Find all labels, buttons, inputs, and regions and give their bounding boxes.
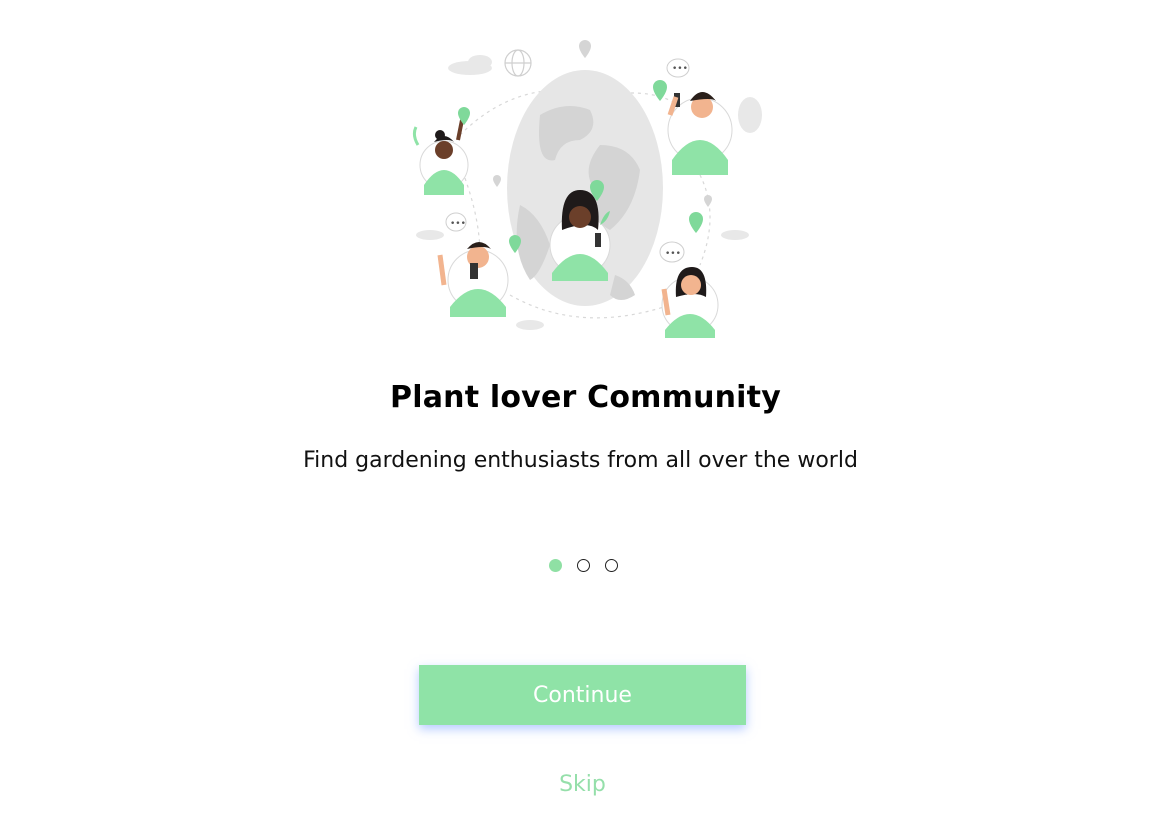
- community-globe-illustration: ••• ••• •••: [412, 40, 762, 338]
- svg-text:•••: •••: [665, 249, 681, 259]
- page-subtitle: Find gardening enthusiasts from all over…: [303, 448, 858, 473]
- pagination-dot-3[interactable]: [605, 559, 618, 572]
- pagination-dots: [549, 559, 618, 572]
- page-title: Plant lover Community: [390, 380, 781, 415]
- svg-text:•••: •••: [672, 64, 688, 74]
- skip-link[interactable]: Skip: [0, 772, 1151, 797]
- svg-text:•••: •••: [450, 219, 466, 229]
- onboarding-screen: ••• ••• ••• Plant lover Community Find g…: [0, 0, 1151, 840]
- continue-button[interactable]: Continue: [419, 665, 746, 725]
- pagination-dot-2[interactable]: [577, 559, 590, 572]
- pagination-dot-1[interactable]: [549, 559, 562, 572]
